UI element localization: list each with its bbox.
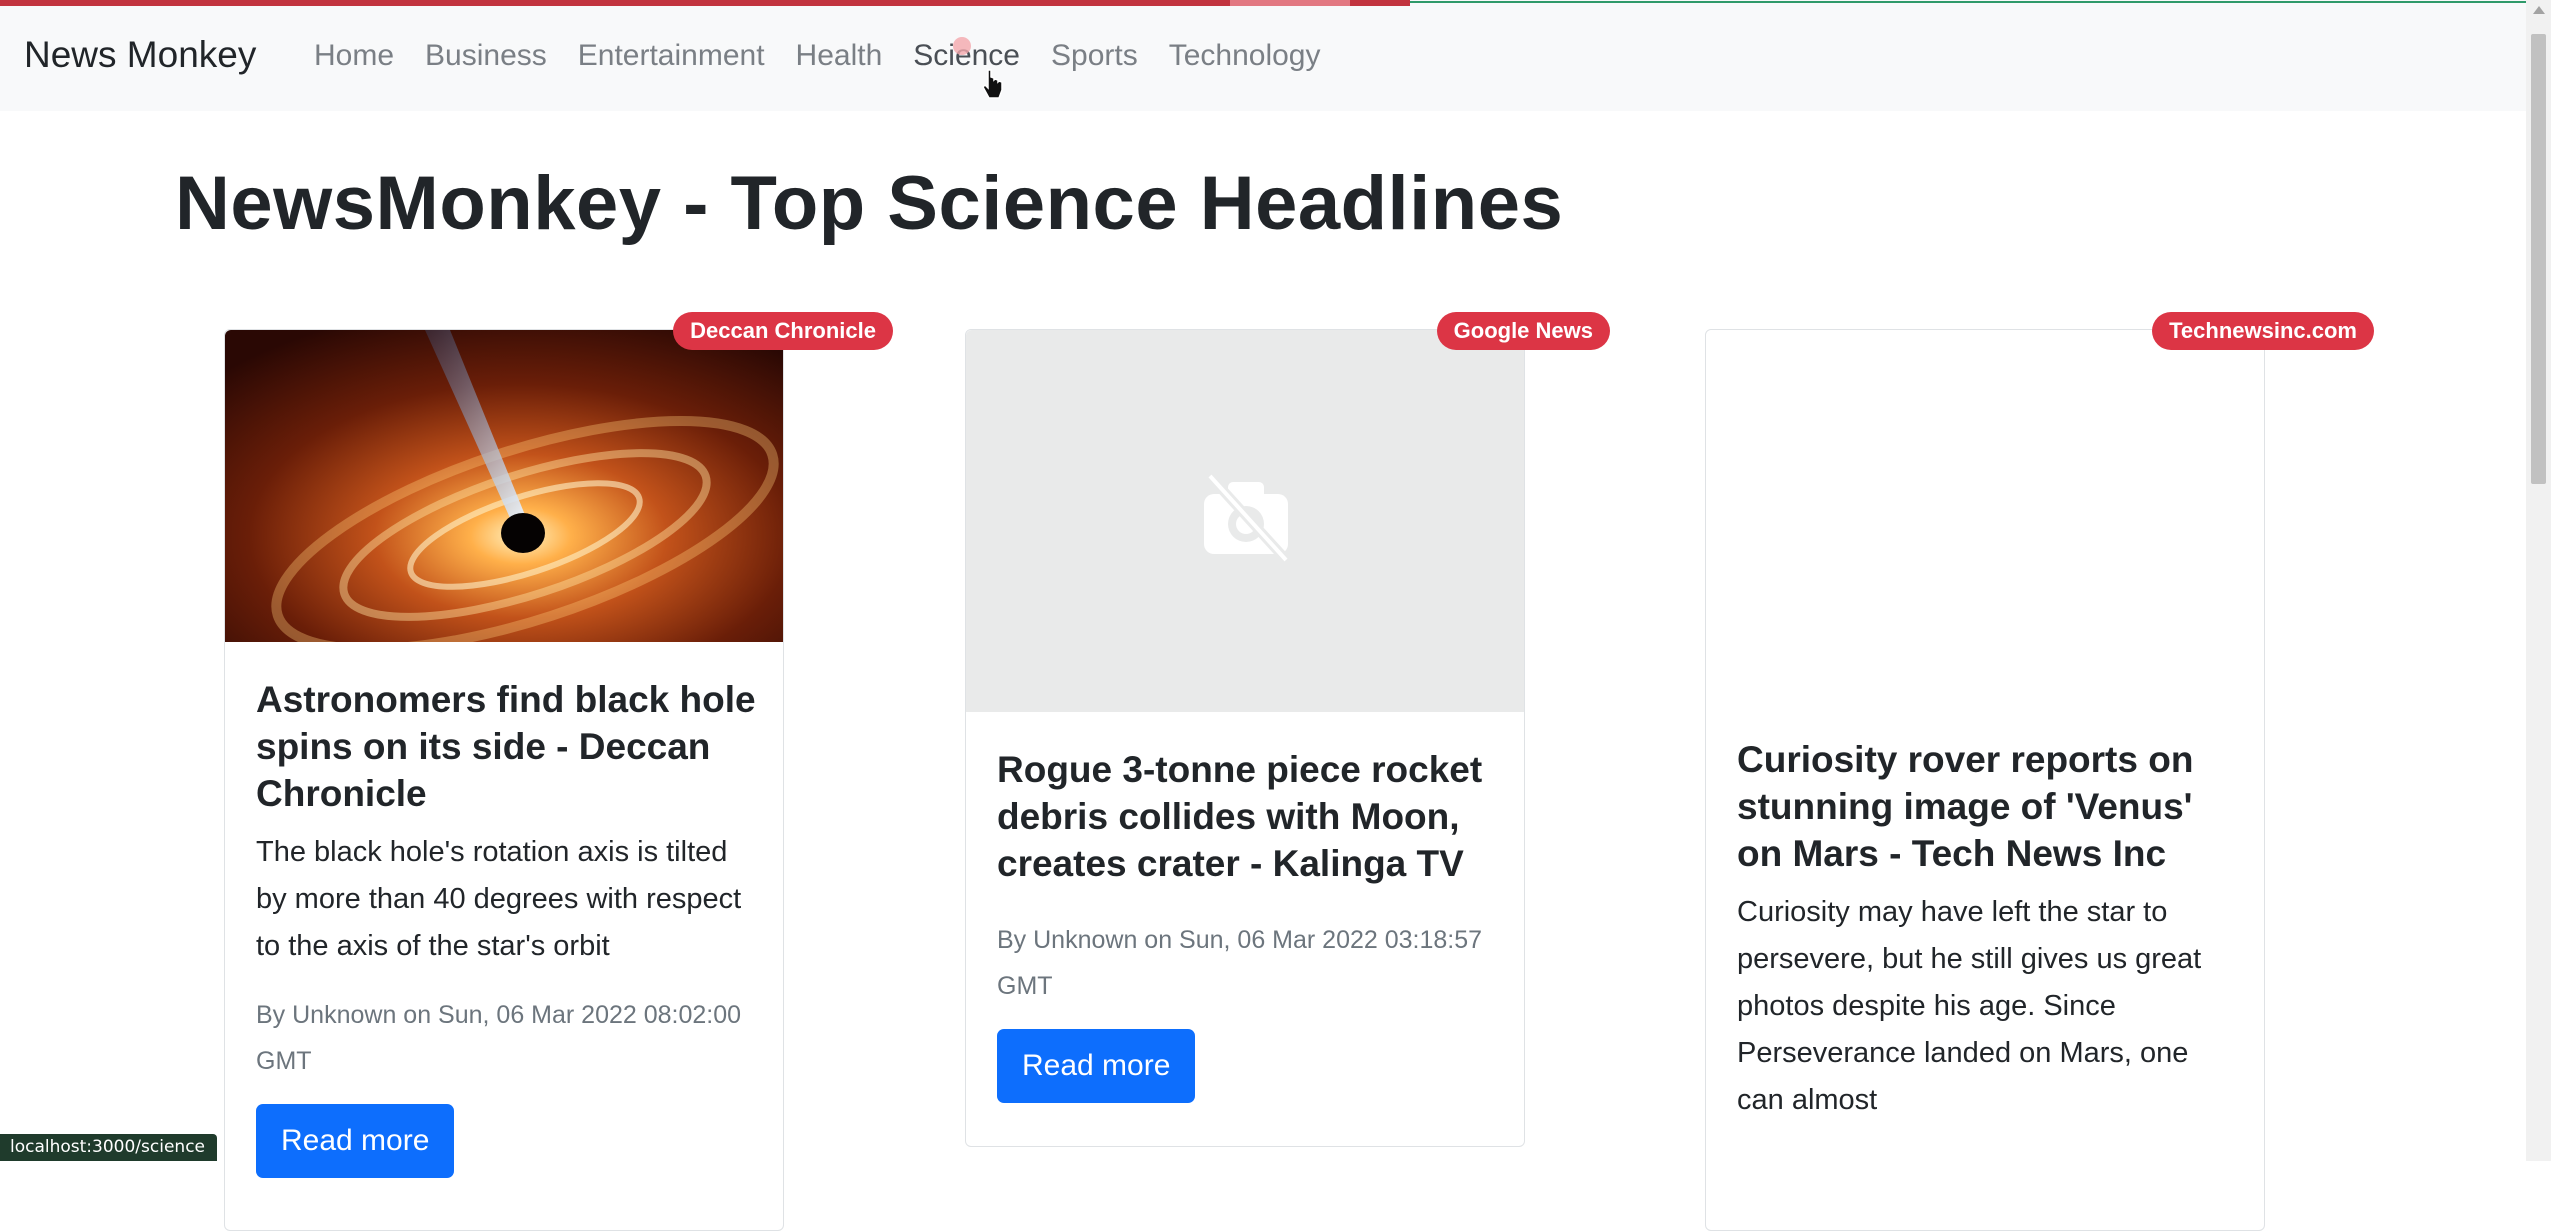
news-card: Google News Rogue 3-tonne piece rocket d… — [965, 312, 1610, 1147]
scrollbar-thumb[interactable] — [2531, 34, 2546, 484]
navbar-brand[interactable]: News Monkey — [24, 34, 256, 76]
page-title: NewsMonkey - Top Science Headlines — [175, 161, 1564, 246]
black-hole-image — [225, 330, 783, 642]
hand-pointer-cursor-icon — [982, 69, 1003, 99]
no-image-placeholder-icon — [1204, 470, 1292, 566]
nav-link-business[interactable]: Business — [425, 39, 547, 73]
source-badge: Google News — [1436, 312, 1610, 350]
loading-bar-track — [1410, 1, 2551, 3]
card-description: The black hole's rotation axis is tilted… — [256, 836, 742, 962]
card-title: Curiosity rover reports on stunning imag… — [1737, 739, 2194, 874]
source-badge: Deccan Chronicle — [673, 312, 893, 350]
status-bar-url: localhost:3000/science — [0, 1134, 217, 1161]
card-body: Astronomers find black hole spins on its… — [256, 676, 759, 1178]
card-meta: By Unknown on Sun, 06 Mar 2022 08:02:00 … — [256, 1001, 742, 1075]
nav-link-health[interactable]: Health — [796, 39, 883, 73]
nav-link-home[interactable]: Home — [314, 39, 394, 73]
news-card: Deccan Chronicle Astronomers find black … — [224, 312, 893, 1231]
no-image-placeholder — [966, 330, 1524, 712]
blank-image — [1706, 330, 2264, 730]
scrollbar[interactable] — [2526, 0, 2551, 1161]
card-meta: By Unknown on Sun, 06 Mar 2022 03:18:57 … — [997, 926, 1483, 1000]
card-body: Rogue 3-tonne piece rocket debris collid… — [997, 746, 1500, 1103]
card-description: Curiosity may have left the star to pers… — [1737, 896, 2202, 1116]
nav-link-sports[interactable]: Sports — [1051, 39, 1138, 73]
news-card: Technewsinc.com Curiosity rover reports … — [1705, 312, 2374, 1231]
scroll-up-arrow-icon[interactable] — [2533, 6, 2545, 14]
read-more-button[interactable]: Read more — [997, 1029, 1196, 1103]
nav-link-technology[interactable]: Technology — [1169, 39, 1321, 73]
nav-link-entertainment[interactable]: Entertainment — [578, 39, 765, 73]
navbar: News Monkey Home Business Entertainment … — [0, 6, 2526, 111]
card-title: Astronomers find black hole spins on its… — [256, 679, 756, 814]
source-badge: Technewsinc.com — [2152, 312, 2374, 350]
card-title: Rogue 3-tonne piece rocket debris collid… — [997, 749, 1483, 884]
nav-links: Home Business Entertainment Health Scien… — [314, 37, 1352, 73]
card-body: Curiosity rover reports on stunning imag… — [1737, 736, 2240, 1124]
read-more-button[interactable]: Read more — [256, 1104, 455, 1178]
